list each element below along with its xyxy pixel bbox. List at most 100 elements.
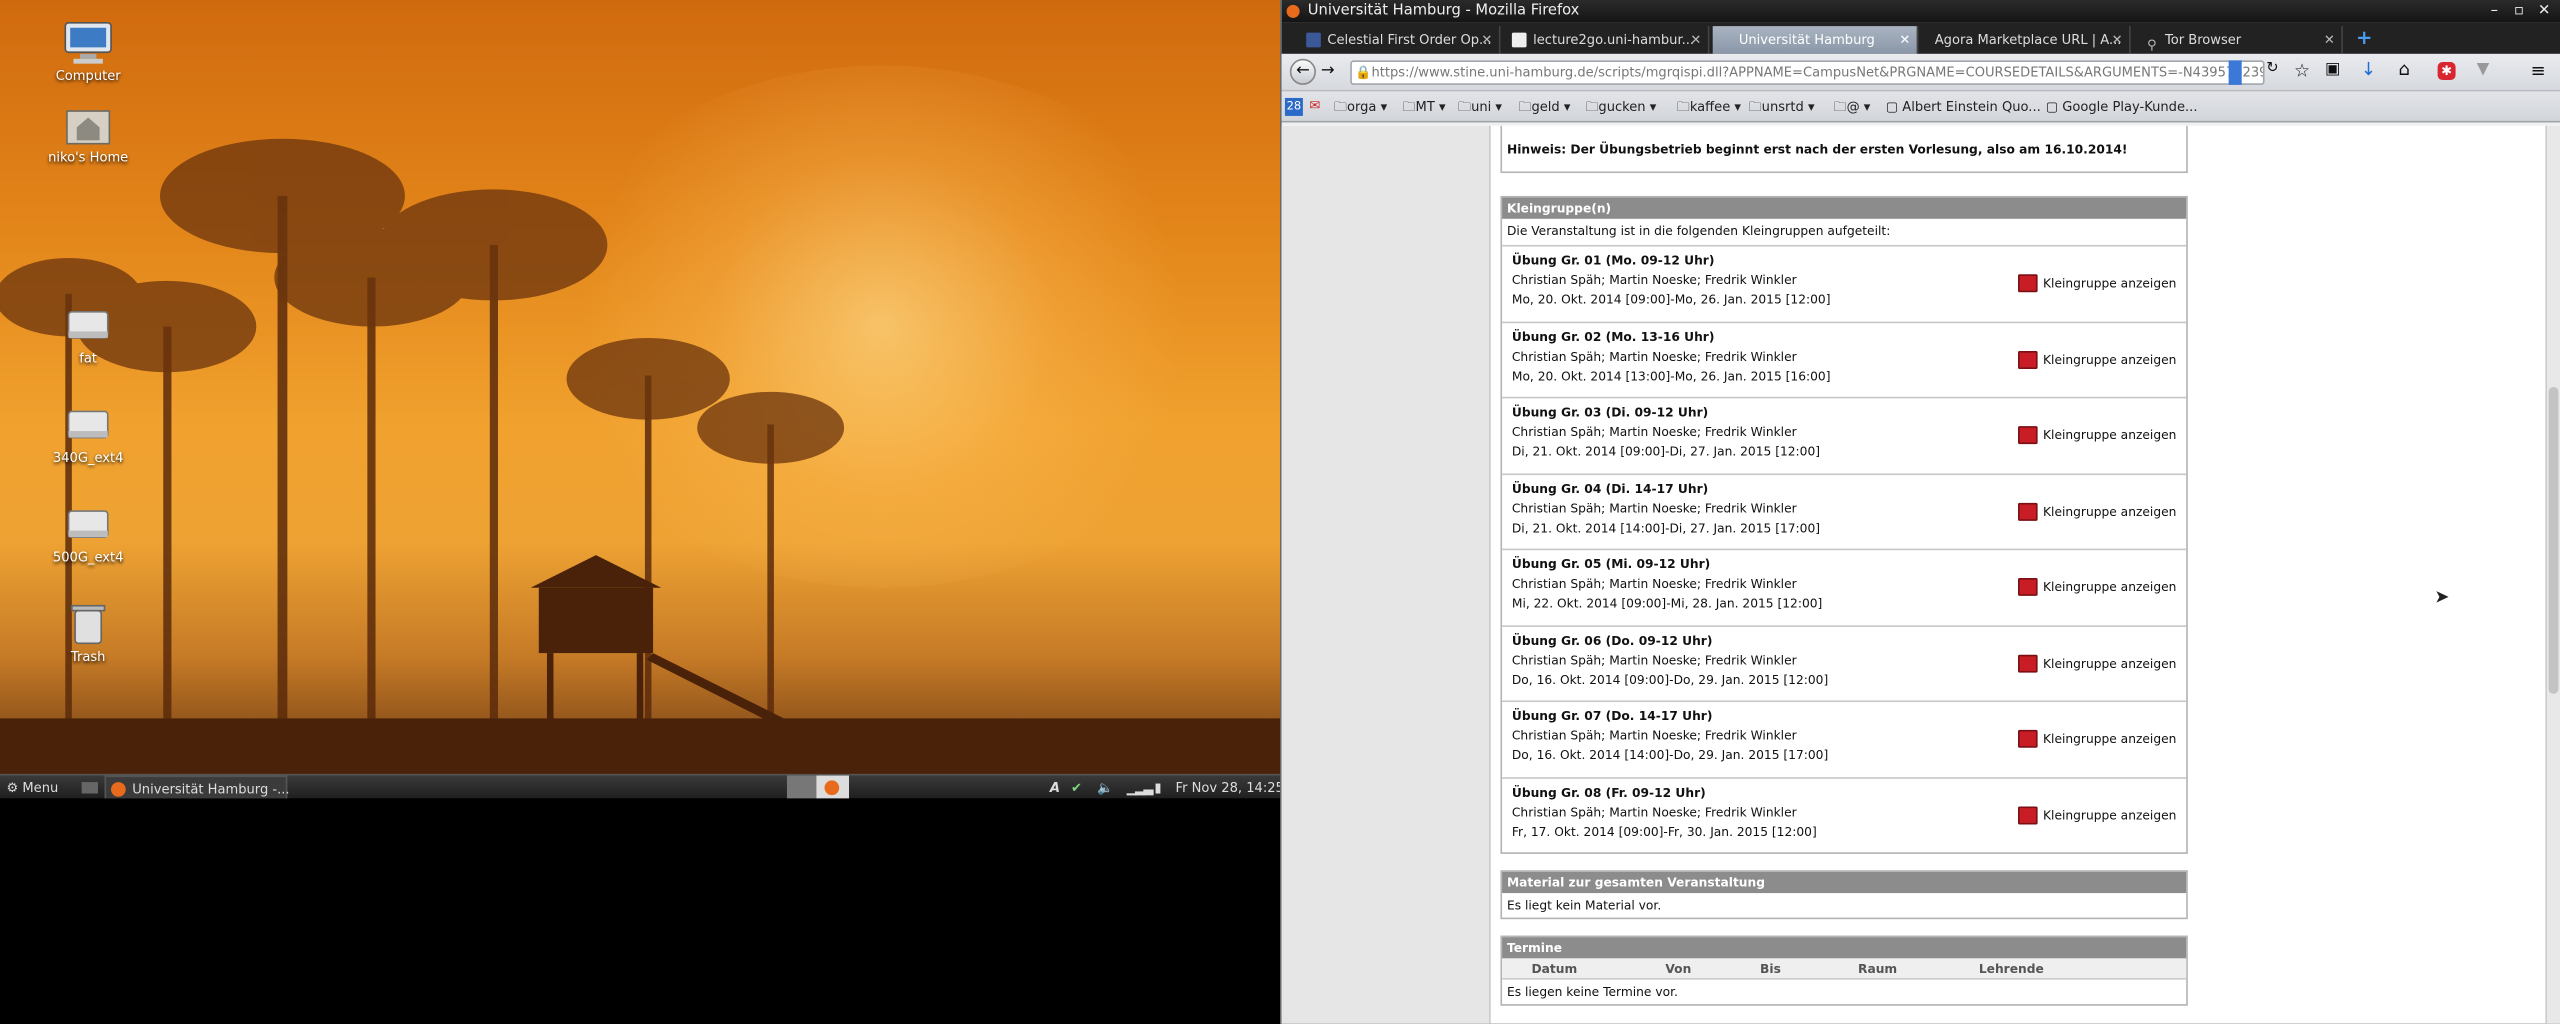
desktop-icon-computer[interactable]: Computer [31, 20, 145, 83]
bookmark-star-icon[interactable]: ☆ [2294, 60, 2310, 81]
desktop-icon-500g[interactable]: 500G_ext4 [31, 501, 145, 565]
group-row: Übung Gr. 04 (Di. 14-17 Uhr) Christian Sp… [1502, 472, 2187, 549]
download-icon[interactable]: ↓ [2361, 59, 2376, 80]
desktop-icon-340g[interactable]: 340G_ext4 [31, 402, 145, 465]
group-title: Übung Gr. 07 (Do. 14-17 Uhr) [1511, 708, 1713, 724]
computer-icon [60, 20, 116, 66]
material-text: Es liegt kein Material vor. [1506, 897, 1662, 913]
firefox-icon [111, 782, 126, 797]
desktop-icon-fat[interactable]: fat [31, 302, 145, 366]
workspace-1[interactable] [786, 775, 817, 801]
desktop-icon-trash[interactable]: Trash [31, 601, 145, 665]
network-signal-icon[interactable]: ▁▂▃ [1127, 776, 1154, 800]
material-panel: Material zur gesamten Veranstaltung Es l… [1500, 870, 2188, 920]
bookmark-folder-unsrtd[interactable]: 🗀unsrtd ▾ [1749, 91, 1815, 122]
calendar-icon[interactable]: 28 [1284, 97, 1303, 116]
show-group-label: Kleingruppe anzeigen [2043, 807, 2177, 823]
show-group-link[interactable]: Kleingruppe anzeigen [2018, 274, 2177, 293]
tab-universitaet-hamburg[interactable]: Universität Hamburg ✕ [1712, 26, 1919, 54]
group-dates: Do, 16. Okt. 2014 [09:00]-Do, 29. Jan. 2… [1511, 671, 1829, 687]
clock[interactable]: Fr Nov 28, 14:25 [1176, 776, 1284, 800]
page-scrollbar[interactable] [2545, 125, 2560, 1024]
group-title: Übung Gr. 04 (Di. 14-17 Uhr) [1511, 480, 1709, 496]
bookmark-folder-gucken[interactable]: 🗀gucken ▾ [1585, 91, 1656, 122]
close-window-icon[interactable]: ✕ [2538, 0, 2550, 23]
drive-icon [60, 402, 116, 448]
shield-icon[interactable]: ✔ [1071, 776, 1082, 800]
tab-tor-browser[interactable]: ⚲ Tor Browser ✕ [2140, 26, 2343, 54]
arrow-left-icon [2018, 274, 2039, 293]
facebook-icon [1306, 32, 1321, 48]
show-group-link[interactable]: Kleingruppe anzeigen [2018, 577, 2176, 596]
reload-icon[interactable]: ↻ [2266, 60, 2278, 76]
show-group-link[interactable]: Kleingruppe anzeigen [2018, 350, 2177, 369]
close-tab-icon[interactable]: ✕ [1690, 26, 1701, 54]
menu-button[interactable]: ⚙ Menu [7, 776, 59, 800]
show-group-label: Kleingruppe anzeigen [2043, 503, 2177, 519]
empty-screen-area [0, 798, 1281, 1024]
workspace-2[interactable] [816, 775, 850, 801]
show-group-link[interactable]: Kleingruppe anzeigen [2018, 502, 2177, 521]
show-group-label: Kleingruppe anzeigen [2043, 275, 2177, 291]
firefox-icon [824, 780, 840, 796]
home-icon[interactable]: ⌂ [2398, 59, 2409, 80]
close-tab-icon[interactable]: ✕ [2112, 26, 2123, 54]
pocket-icon[interactable]: ▼ [2477, 60, 2490, 78]
page-content: Hinweis: Der Übungsbetrieb beginnt erst … [1281, 125, 2560, 1024]
battery-icon[interactable]: ▮ [1154, 776, 1161, 800]
gear-icon: ⚙ [6, 780, 19, 796]
url-text: https://www.stine.uni-hamburg.de/scripts… [1371, 65, 2265, 81]
url-bar[interactable]: 🔒 https://www.stine.uni-hamburg.de/scrip… [1350, 60, 2265, 85]
desktop-icon-home[interactable]: niko's Home [31, 101, 145, 165]
column-von[interactable]: Von [1665, 958, 1760, 978]
show-group-link[interactable]: Kleingruppe anzeigen [2018, 729, 2176, 748]
arrow-left-icon [2018, 729, 2039, 748]
back-button[interactable]: ← [1289, 58, 1316, 85]
minimize-icon[interactable]: – [2491, 0, 2498, 23]
tab-lecture2go[interactable]: lecture2go.uni-hambur... ✕ [1507, 26, 1710, 54]
column-lehrende[interactable]: Lehrende [1979, 958, 2044, 978]
window-title: Universität Hamburg - Mozilla Firefox [1307, 3, 1580, 20]
scrollbar-thumb[interactable] [2548, 386, 2559, 694]
bookmark-folder-mt[interactable]: 🗀MT ▾ [1402, 91, 1445, 122]
bookmark-folder-orga[interactable]: 🗀orga ▾ [1334, 91, 1387, 122]
groups-header: Kleingruppe(n) [1502, 197, 2187, 219]
show-group-link[interactable]: Kleingruppe anzeigen [2018, 653, 2176, 672]
close-tab-icon[interactable]: ✕ [1899, 26, 1910, 54]
new-tab-icon[interactable]: + [2356, 26, 2372, 49]
tab-celestial[interactable]: Celestial First Order Op... ✕ [1301, 26, 1501, 54]
bookmark-folder-at[interactable]: 🗀@ ▾ [1834, 91, 1871, 122]
taskbar: ⚙ Menu Universität Hamburg -... A ✔ 🔈 ▁▂… [0, 773, 1284, 801]
tab-agora[interactable]: Agora Marketplace URL | A... ✕ [1922, 26, 2131, 54]
bookmark-folder-geld[interactable]: 🗀geld ▾ [1518, 91, 1570, 122]
show-group-link[interactable]: Kleingruppe anzeigen [2018, 426, 2176, 445]
taskbar-window-firefox[interactable]: Universität Hamburg -... [104, 775, 290, 801]
column-bis[interactable]: Bis [1760, 958, 1858, 978]
keyboard-layout-icon[interactable]: A [1050, 776, 1060, 800]
maximize-icon[interactable]: ▫ [2514, 0, 2524, 23]
bookmark-google-play[interactable]: ▢ Google Play-Kunde... [2046, 91, 2198, 122]
forward-button[interactable]: → [1321, 62, 1335, 80]
show-group-link[interactable]: Kleingruppe anzeigen [2018, 805, 2177, 824]
bookmark-albert-einstein[interactable]: ▢ Albert Einstein Quo... [1886, 91, 2041, 122]
hamburger-menu-icon[interactable]: ≡ [2531, 60, 2546, 81]
site-favicon-icon [1511, 32, 1527, 48]
close-tab-icon[interactable]: ✕ [1481, 26, 1492, 54]
bookmark-label: Albert Einstein Quo... [1902, 99, 2041, 115]
bookmark-folder-kaffee[interactable]: 🗀kaffee ▾ [1677, 91, 1741, 122]
volume-icon[interactable]: 🔈 [1097, 776, 1113, 800]
mail-icon[interactable]: ✉ [1309, 90, 1320, 121]
addon-icon[interactable]: ✱ [2437, 62, 2456, 81]
show-desktop-icon[interactable] [81, 782, 98, 794]
clipboard-icon[interactable]: ▣ [2325, 60, 2340, 78]
column-datum[interactable]: Datum [1531, 958, 1665, 978]
group-dates: Di, 21. Okt. 2014 [14:00]-Di, 27. Jan. 2… [1511, 520, 1821, 535]
column-raum[interactable]: Raum [1858, 958, 1979, 978]
show-group-label: Kleingruppe anzeigen [2043, 351, 2177, 367]
page-icon: ▢ [2045, 99, 2059, 115]
arrow-left-icon [2018, 653, 2039, 672]
page-info-icon[interactable] [2228, 60, 2242, 85]
bookmark-folder-uni[interactable]: 🗀uni ▾ [1458, 91, 1502, 122]
close-tab-icon[interactable]: ✕ [2324, 26, 2335, 54]
home-folder-icon [60, 101, 116, 147]
